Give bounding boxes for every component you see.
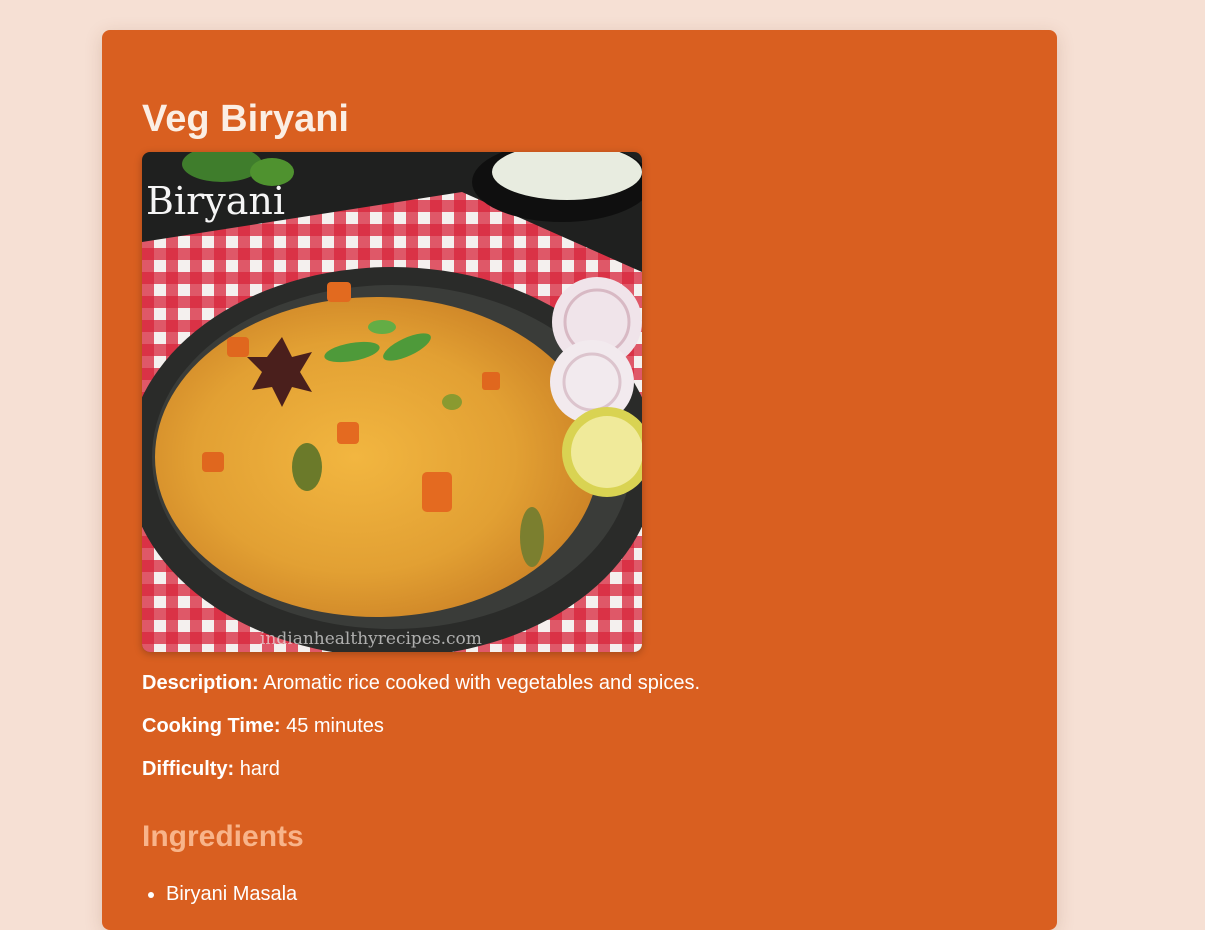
image-watermark-url: indianhealthyrecipes.com	[260, 629, 482, 649]
description-label: Description:	[142, 672, 259, 694]
ingredient-item: Biryani Masala	[166, 882, 297, 906]
difficulty-row: Difficulty: hard	[142, 757, 280, 781]
description-row: Description: Aromatic rice cooked with v…	[142, 671, 700, 695]
recipe-card: Veg Biryani Biryani indianhealthyrecipes…	[102, 30, 1057, 930]
ingredients-heading: Ingredients	[142, 820, 304, 853]
recipe-title: Veg Biryani	[142, 98, 349, 140]
recipe-image: Biryani indianhealthyrecipes.com	[142, 152, 642, 652]
difficulty-label: Difficulty:	[142, 758, 235, 780]
cooking-time-value: 45 minutes	[286, 715, 384, 737]
image-watermark-title: Biryani	[146, 179, 285, 223]
description-value: Aromatic rice cooked with vegetables and…	[263, 672, 701, 694]
ingredients-list: Biryani Masala	[142, 882, 297, 906]
cooking-time-label: Cooking Time:	[142, 715, 281, 737]
cooking-time-row: Cooking Time: 45 minutes	[142, 714, 384, 738]
difficulty-value: hard	[239, 758, 280, 780]
